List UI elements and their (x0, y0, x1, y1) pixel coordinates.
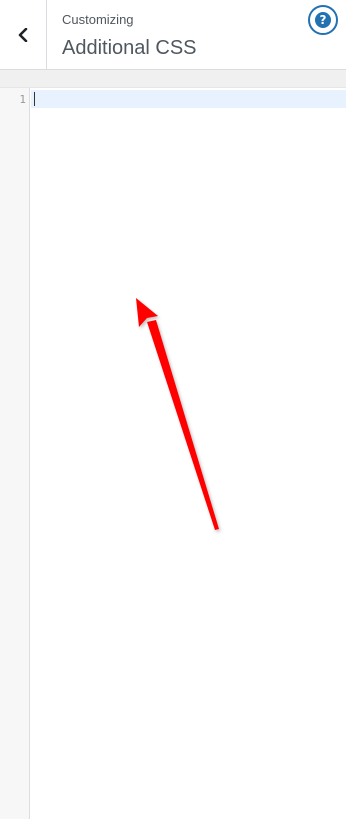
chevron-left-icon (17, 27, 29, 42)
page-title: Additional CSS (62, 37, 197, 59)
line-number: 1 (19, 93, 26, 106)
line-number-gutter: 1 (0, 88, 30, 819)
css-code-editor[interactable]: 1 (0, 88, 346, 819)
customizer-panel: Customizing Additional CSS ? 1 (0, 0, 346, 819)
help-button[interactable]: ? (308, 5, 338, 35)
customizer-header: Customizing Additional CSS ? (0, 0, 346, 70)
active-code-line[interactable] (31, 90, 346, 108)
header-subtitle: Customizing (62, 12, 134, 27)
text-cursor (34, 92, 35, 106)
question-mark-icon: ? (315, 12, 331, 28)
back-button[interactable] (0, 0, 47, 69)
section-divider (0, 70, 346, 88)
